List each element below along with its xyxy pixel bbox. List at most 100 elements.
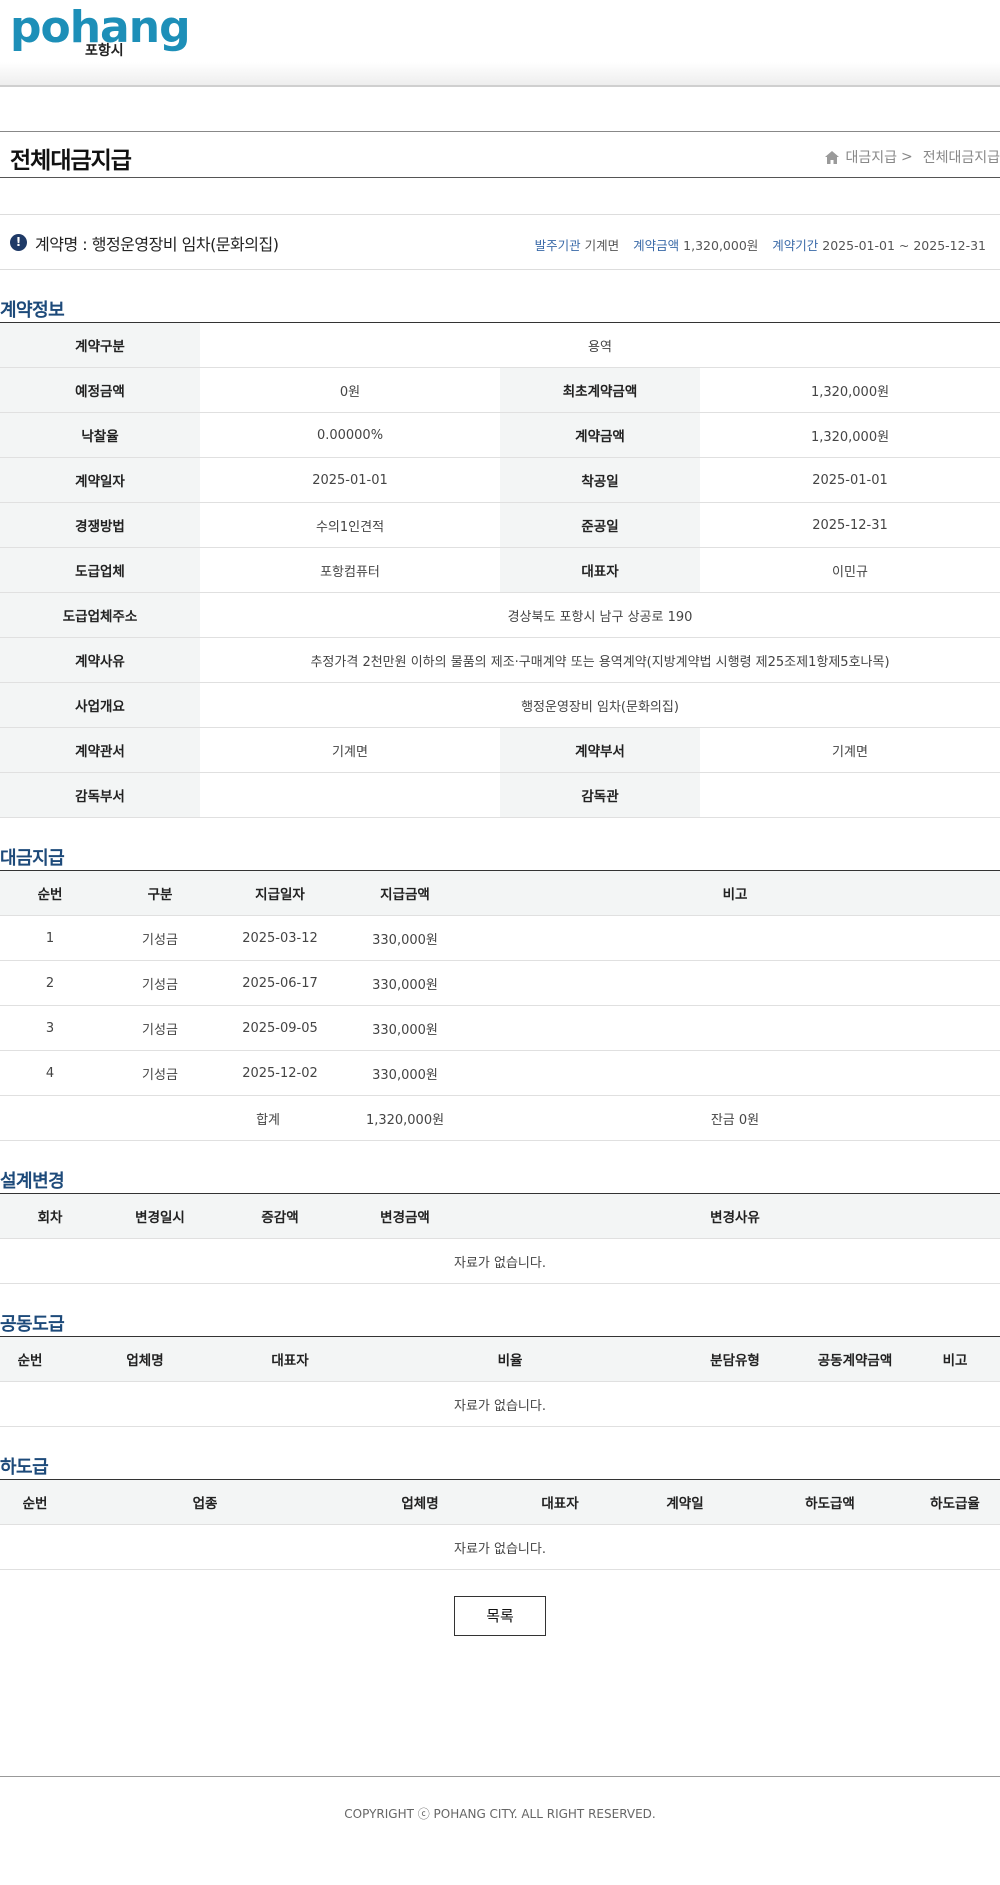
section-title-joint: 공동도급 [0, 1314, 65, 1335]
contract-summary: ! 계약명 : 행정운영장비 임차(문화의집) 발주기관 기계면 계약금액 1,… [0, 214, 1000, 270]
table-row: 도급업체주소 경상북도 포항시 남구 상공로 190 [0, 592, 1000, 638]
table-cell: 2025-09-05 [220, 1005, 340, 1051]
field-value: 이민규 [700, 547, 1000, 593]
field-value: 0원 [200, 367, 500, 413]
contract-name: 계약명 : 행정운영장비 임차(문화의집) [35, 235, 279, 254]
table-cell: 330,000원 [340, 1050, 470, 1096]
table-row: 사업개요 행정운영장비 임차(문화의집) [0, 682, 1000, 728]
field-value: 추정가격 2천만원 이하의 물품의 제조·구매계약 또는 용역계약(지방계약법 … [200, 637, 1000, 683]
column-header: 변경사유 [470, 1193, 1000, 1239]
total-label: 합계 [0, 1095, 340, 1141]
site-footer: COPYRIGHT ⓒ POHANG CITY. ALL RIGHT RESER… [0, 1776, 1000, 1881]
field-label: 계약관서 [0, 727, 200, 773]
empty-message: 자료가 없습니다. [0, 1238, 1000, 1284]
field-value: 경상북도 포항시 남구 상공로 190 [200, 592, 1000, 638]
table-row: 3 기성금 2025-09-05 330,000원 [0, 1005, 1000, 1051]
field-value: 수의1인견적 [200, 502, 500, 548]
period-label: 계약기간 [772, 238, 819, 253]
table-cell: 기성금 [100, 1050, 220, 1096]
section-title-contract-info: 계약정보 [0, 300, 65, 321]
column-header: 순번 [0, 870, 100, 916]
table-cell [470, 1005, 1000, 1051]
column-header: 업체명 [340, 1479, 500, 1525]
table-row: 계약관서 기계면 계약부서 기계면 [0, 727, 1000, 773]
home-icon[interactable] [825, 150, 840, 164]
field-value: 2025-01-01 [700, 457, 1000, 503]
column-header: 순번 [0, 1336, 60, 1382]
table-row: 계약사유 추정가격 2천만원 이하의 물품의 제조·구매계약 또는 용역계약(지… [0, 637, 1000, 683]
column-header: 분담유형 [670, 1336, 800, 1382]
table-header-row: 순번 업종 업체명 대표자 계약일 하도급액 하도급율 [0, 1479, 1000, 1525]
empty-row: 자료가 없습니다. [0, 1381, 1000, 1427]
field-label: 계약부서 [500, 727, 700, 773]
column-header: 지급금액 [340, 870, 470, 916]
table-cell: 기성금 [100, 1005, 220, 1051]
table-cell: 330,000원 [340, 915, 470, 961]
table-cell: 기성금 [100, 915, 220, 961]
table-row: 2 기성금 2025-06-17 330,000원 [0, 960, 1000, 1006]
column-header: 변경금액 [340, 1193, 470, 1239]
table-header-row: 순번 업체명 대표자 비율 분담유형 공동계약금액 비고 [0, 1336, 1000, 1382]
field-label: 도급업체 [0, 547, 200, 593]
copyright-text: COPYRIGHT ⓒ POHANG CITY. ALL RIGHT RESER… [344, 1807, 656, 1821]
column-header: 비율 [350, 1336, 670, 1382]
table-cell [470, 915, 1000, 961]
field-value: 1,320,000원 [700, 412, 1000, 458]
column-header: 지급일자 [220, 870, 340, 916]
column-header: 공동계약금액 [800, 1336, 910, 1382]
column-header: 순번 [0, 1479, 70, 1525]
column-header: 업체명 [60, 1336, 230, 1382]
empty-message: 자료가 없습니다. [0, 1524, 1000, 1570]
table-row: 4 기성금 2025-12-02 330,000원 [0, 1050, 1000, 1096]
column-header: 하도급액 [750, 1479, 910, 1525]
pohang-logo[interactable]: pohang 포항시 [10, 6, 191, 60]
design-change-table: 회차 변경일시 증감액 변경금액 변경사유 자료가 없습니다. [0, 1193, 1000, 1284]
breadcrumb-item-payment[interactable]: 대금지급 [845, 147, 897, 167]
logo-subtitle: 포항시 [85, 43, 124, 59]
field-label: 낙찰율 [0, 412, 200, 458]
section-title-design-change: 설계변경 [0, 1171, 65, 1192]
exclamation-icon: ! [10, 234, 27, 251]
field-label: 사업개요 [0, 682, 200, 728]
field-label: 감독부서 [0, 772, 200, 818]
top-nav-bar [0, 62, 1000, 87]
field-label: 대표자 [500, 547, 700, 593]
column-header: 계약일 [620, 1479, 750, 1525]
field-value: 2025-01-01 [200, 457, 500, 503]
column-header: 하도급율 [910, 1479, 1000, 1525]
table-cell [470, 960, 1000, 1006]
period-value: 2025-01-01 ~ 2025-12-31 [822, 238, 986, 253]
table-cell: 330,000원 [340, 960, 470, 1006]
table-row: 예정금액 0원 최초계약금액 1,320,000원 [0, 367, 1000, 413]
field-label: 계약사유 [0, 637, 200, 683]
payments-table: 순번 구분 지급일자 지급금액 비고 1 기성금 2025-03-12 330,… [0, 870, 1000, 1141]
column-header: 구분 [100, 870, 220, 916]
section-title-subcontract: 하도급 [0, 1457, 49, 1478]
breadcrumb: 대금지급 > 전체대금지급 [825, 147, 1000, 167]
table-cell [470, 1050, 1000, 1096]
field-value: 행정운영장비 임차(문화의집) [200, 682, 1000, 728]
total-value: 1,320,000원 [340, 1095, 470, 1141]
table-cell: 2025-03-12 [220, 915, 340, 961]
table-row: 1 기성금 2025-03-12 330,000원 [0, 915, 1000, 961]
table-cell: 330,000원 [340, 1005, 470, 1051]
list-button[interactable]: 목록 [454, 1596, 546, 1636]
amount-label: 계약금액 [633, 238, 680, 253]
field-label: 경쟁방법 [0, 502, 200, 548]
ordering-label: 발주기관 [534, 238, 581, 253]
column-header: 대표자 [230, 1336, 350, 1382]
field-value: 0.00000% [200, 412, 500, 458]
field-value: 포항컴퓨터 [200, 547, 500, 593]
table-row: 계약구분 용역 [0, 322, 1000, 368]
joint-contract-table: 순번 업체명 대표자 비율 분담유형 공동계약금액 비고 자료가 없습니다. [0, 1336, 1000, 1427]
field-label: 준공일 [500, 502, 700, 548]
field-value [200, 772, 500, 818]
table-row: 도급업체 포항컴퓨터 대표자 이민규 [0, 547, 1000, 593]
field-value [700, 772, 1000, 818]
table-row: 감독부서 감독관 [0, 772, 1000, 818]
subcontract-table: 순번 업종 업체명 대표자 계약일 하도급액 하도급율 자료가 없습니다. [0, 1479, 1000, 1570]
table-cell: 4 [0, 1050, 100, 1096]
page-title: 전체대금지급 [10, 148, 132, 174]
table-cell: 2025-12-02 [220, 1050, 340, 1096]
empty-row: 자료가 없습니다. [0, 1238, 1000, 1284]
